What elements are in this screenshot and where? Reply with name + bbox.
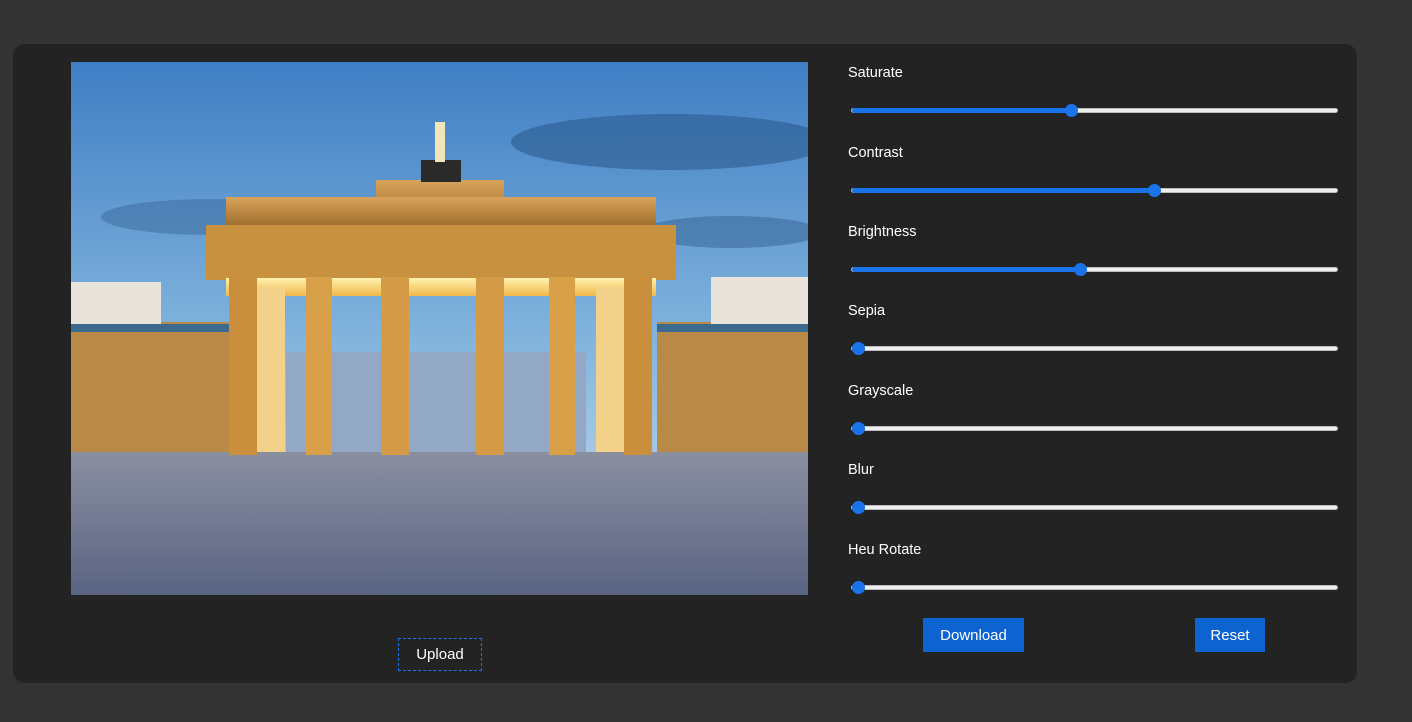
blur-control: Blur bbox=[848, 441, 1338, 514]
saturate-slider-fill bbox=[852, 108, 1071, 113]
blur-slider[interactable] bbox=[851, 501, 1338, 514]
blur-slider-thumb[interactable] bbox=[852, 501, 865, 514]
saturate-label: Saturate bbox=[848, 65, 903, 81]
upload-button[interactable]: Upload bbox=[398, 638, 482, 671]
sepia-slider-thumb[interactable] bbox=[852, 342, 865, 355]
grayscale-label: Grayscale bbox=[848, 383, 914, 399]
contrast-slider[interactable] bbox=[851, 184, 1338, 197]
brightness-control: Brightness bbox=[848, 203, 1338, 276]
preview-image bbox=[71, 62, 808, 595]
saturate-slider-thumb[interactable] bbox=[1064, 104, 1078, 117]
contrast-slider-thumb[interactable] bbox=[1147, 184, 1161, 197]
download-button[interactable]: Download bbox=[923, 618, 1024, 652]
reset-button[interactable]: Reset bbox=[1195, 618, 1265, 652]
editor-panel: Upload Saturate Contrast Brightness Sepi… bbox=[13, 44, 1357, 683]
hue-rotate-label: Heu Rotate bbox=[848, 542, 922, 558]
sepia-slider[interactable] bbox=[851, 342, 1338, 355]
filter-controls: Saturate Contrast Brightness Sepia Grays… bbox=[848, 44, 1338, 683]
saturate-control: Saturate bbox=[848, 44, 1338, 117]
hue-rotate-control: Heu Rotate bbox=[848, 521, 1338, 594]
contrast-control: Contrast bbox=[848, 124, 1338, 197]
grayscale-control: Grayscale bbox=[848, 362, 1338, 435]
hue-rotate-slider[interactable] bbox=[851, 581, 1338, 594]
sepia-label: Sepia bbox=[848, 303, 886, 319]
brightness-label: Brightness bbox=[848, 224, 917, 240]
contrast-slider-fill bbox=[852, 188, 1154, 193]
image-preview bbox=[71, 62, 808, 595]
saturate-slider[interactable] bbox=[851, 104, 1338, 117]
brightness-slider-fill bbox=[852, 267, 1081, 272]
brightness-slider[interactable] bbox=[851, 263, 1338, 276]
brightness-slider-thumb[interactable] bbox=[1074, 263, 1088, 276]
contrast-label: Contrast bbox=[848, 145, 903, 161]
hue-rotate-slider-thumb[interactable] bbox=[852, 581, 865, 594]
blur-label: Blur bbox=[848, 462, 874, 478]
grayscale-slider[interactable] bbox=[851, 422, 1338, 435]
grayscale-slider-thumb[interactable] bbox=[852, 422, 865, 435]
sepia-control: Sepia bbox=[848, 282, 1338, 355]
